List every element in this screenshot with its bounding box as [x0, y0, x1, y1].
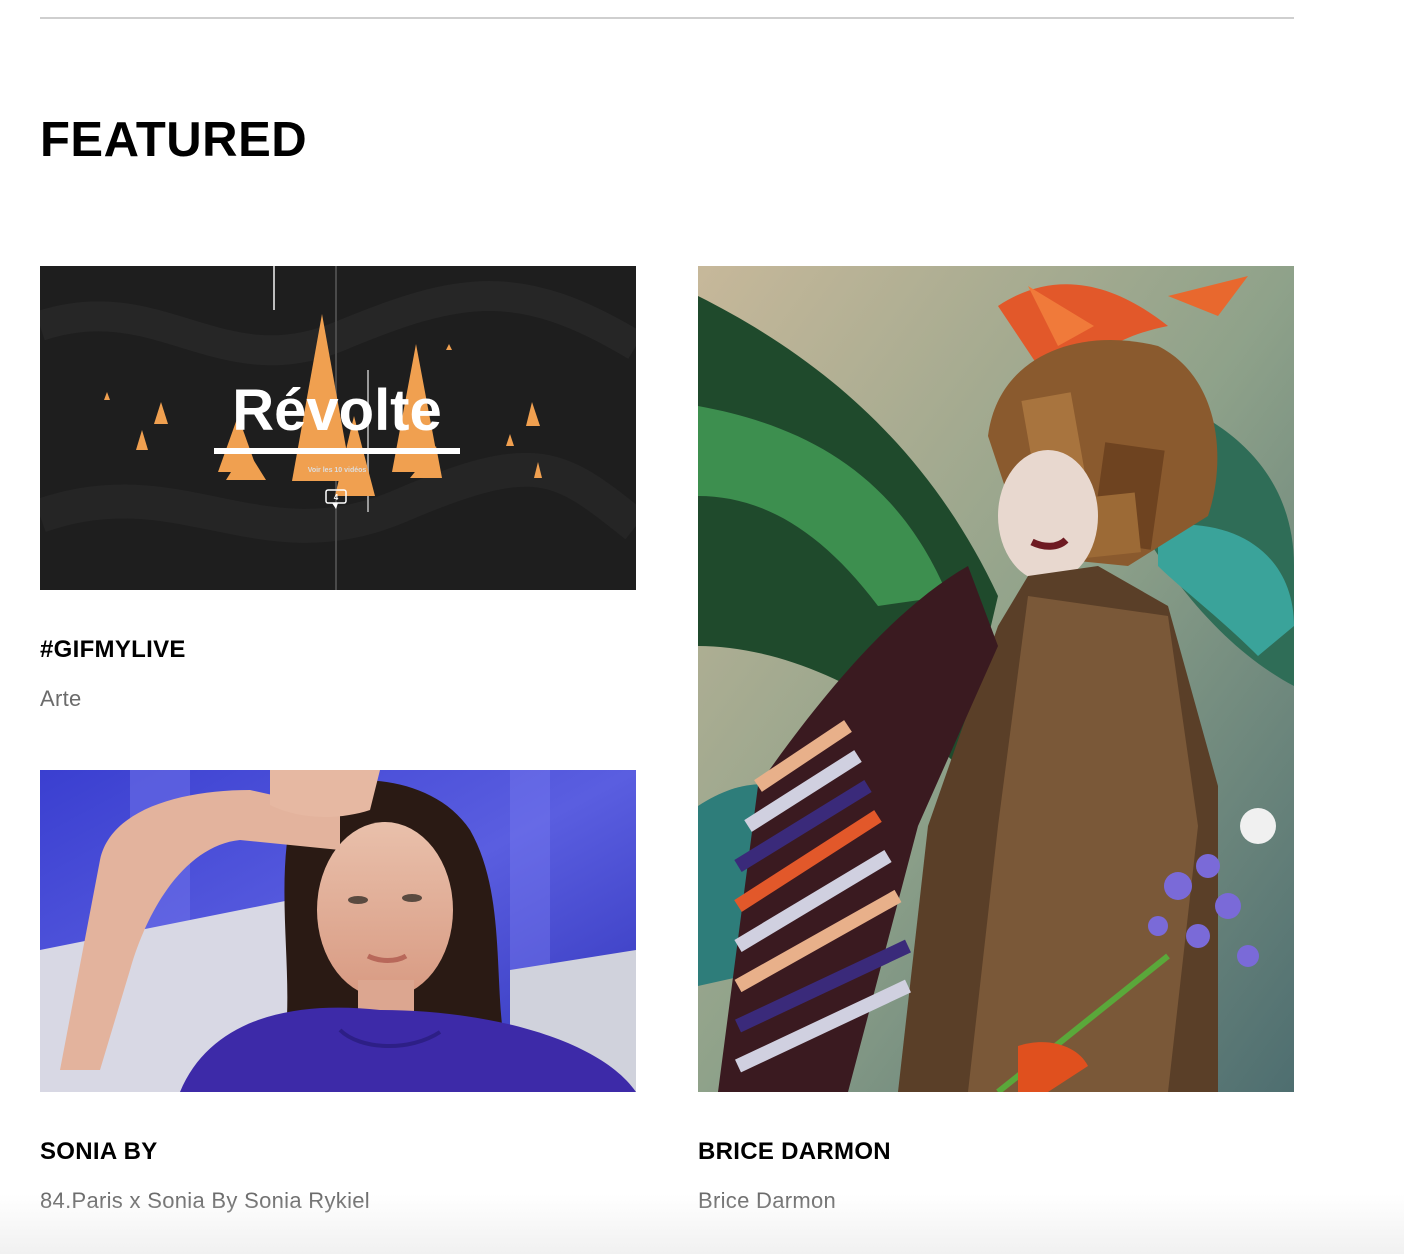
card-sonia-by-title[interactable]: SONIA BY — [40, 1138, 158, 1166]
revolte-caption: Voir les 10 vidéos — [308, 467, 367, 474]
sonia-by-photo — [40, 770, 636, 1092]
card-sonia-by-subtitle[interactable]: 84.Paris x Sonia By Sonia Rykiel — [40, 1188, 370, 1214]
revolte-thumbnail: Révolte Voir les 10 vidéos 4 — [40, 266, 636, 590]
featured-page: FEATURED Révolte Voir les 10 vidéos 4 #G… — [0, 0, 1404, 1254]
comment-count: 4 — [334, 493, 339, 502]
card-gifmylive-subtitle[interactable]: Arte — [40, 686, 82, 712]
card-sonia-by-image[interactable] — [40, 770, 636, 1092]
card-brice-darmon-title[interactable]: BRICE DARMON — [698, 1138, 891, 1166]
revolte-headline: Révolte — [232, 378, 442, 443]
card-brice-darmon-subtitle[interactable]: Brice Darmon — [698, 1188, 836, 1214]
top-divider — [40, 17, 1294, 19]
section-title: FEATURED — [40, 113, 308, 167]
card-brice-darmon-image[interactable] — [698, 266, 1294, 1092]
card-gifmylive-title[interactable]: #GIFMYLIVE — [40, 636, 186, 664]
brice-darmon-photo — [698, 266, 1294, 1092]
card-gifmylive-image[interactable]: Révolte Voir les 10 vidéos 4 — [40, 266, 636, 590]
